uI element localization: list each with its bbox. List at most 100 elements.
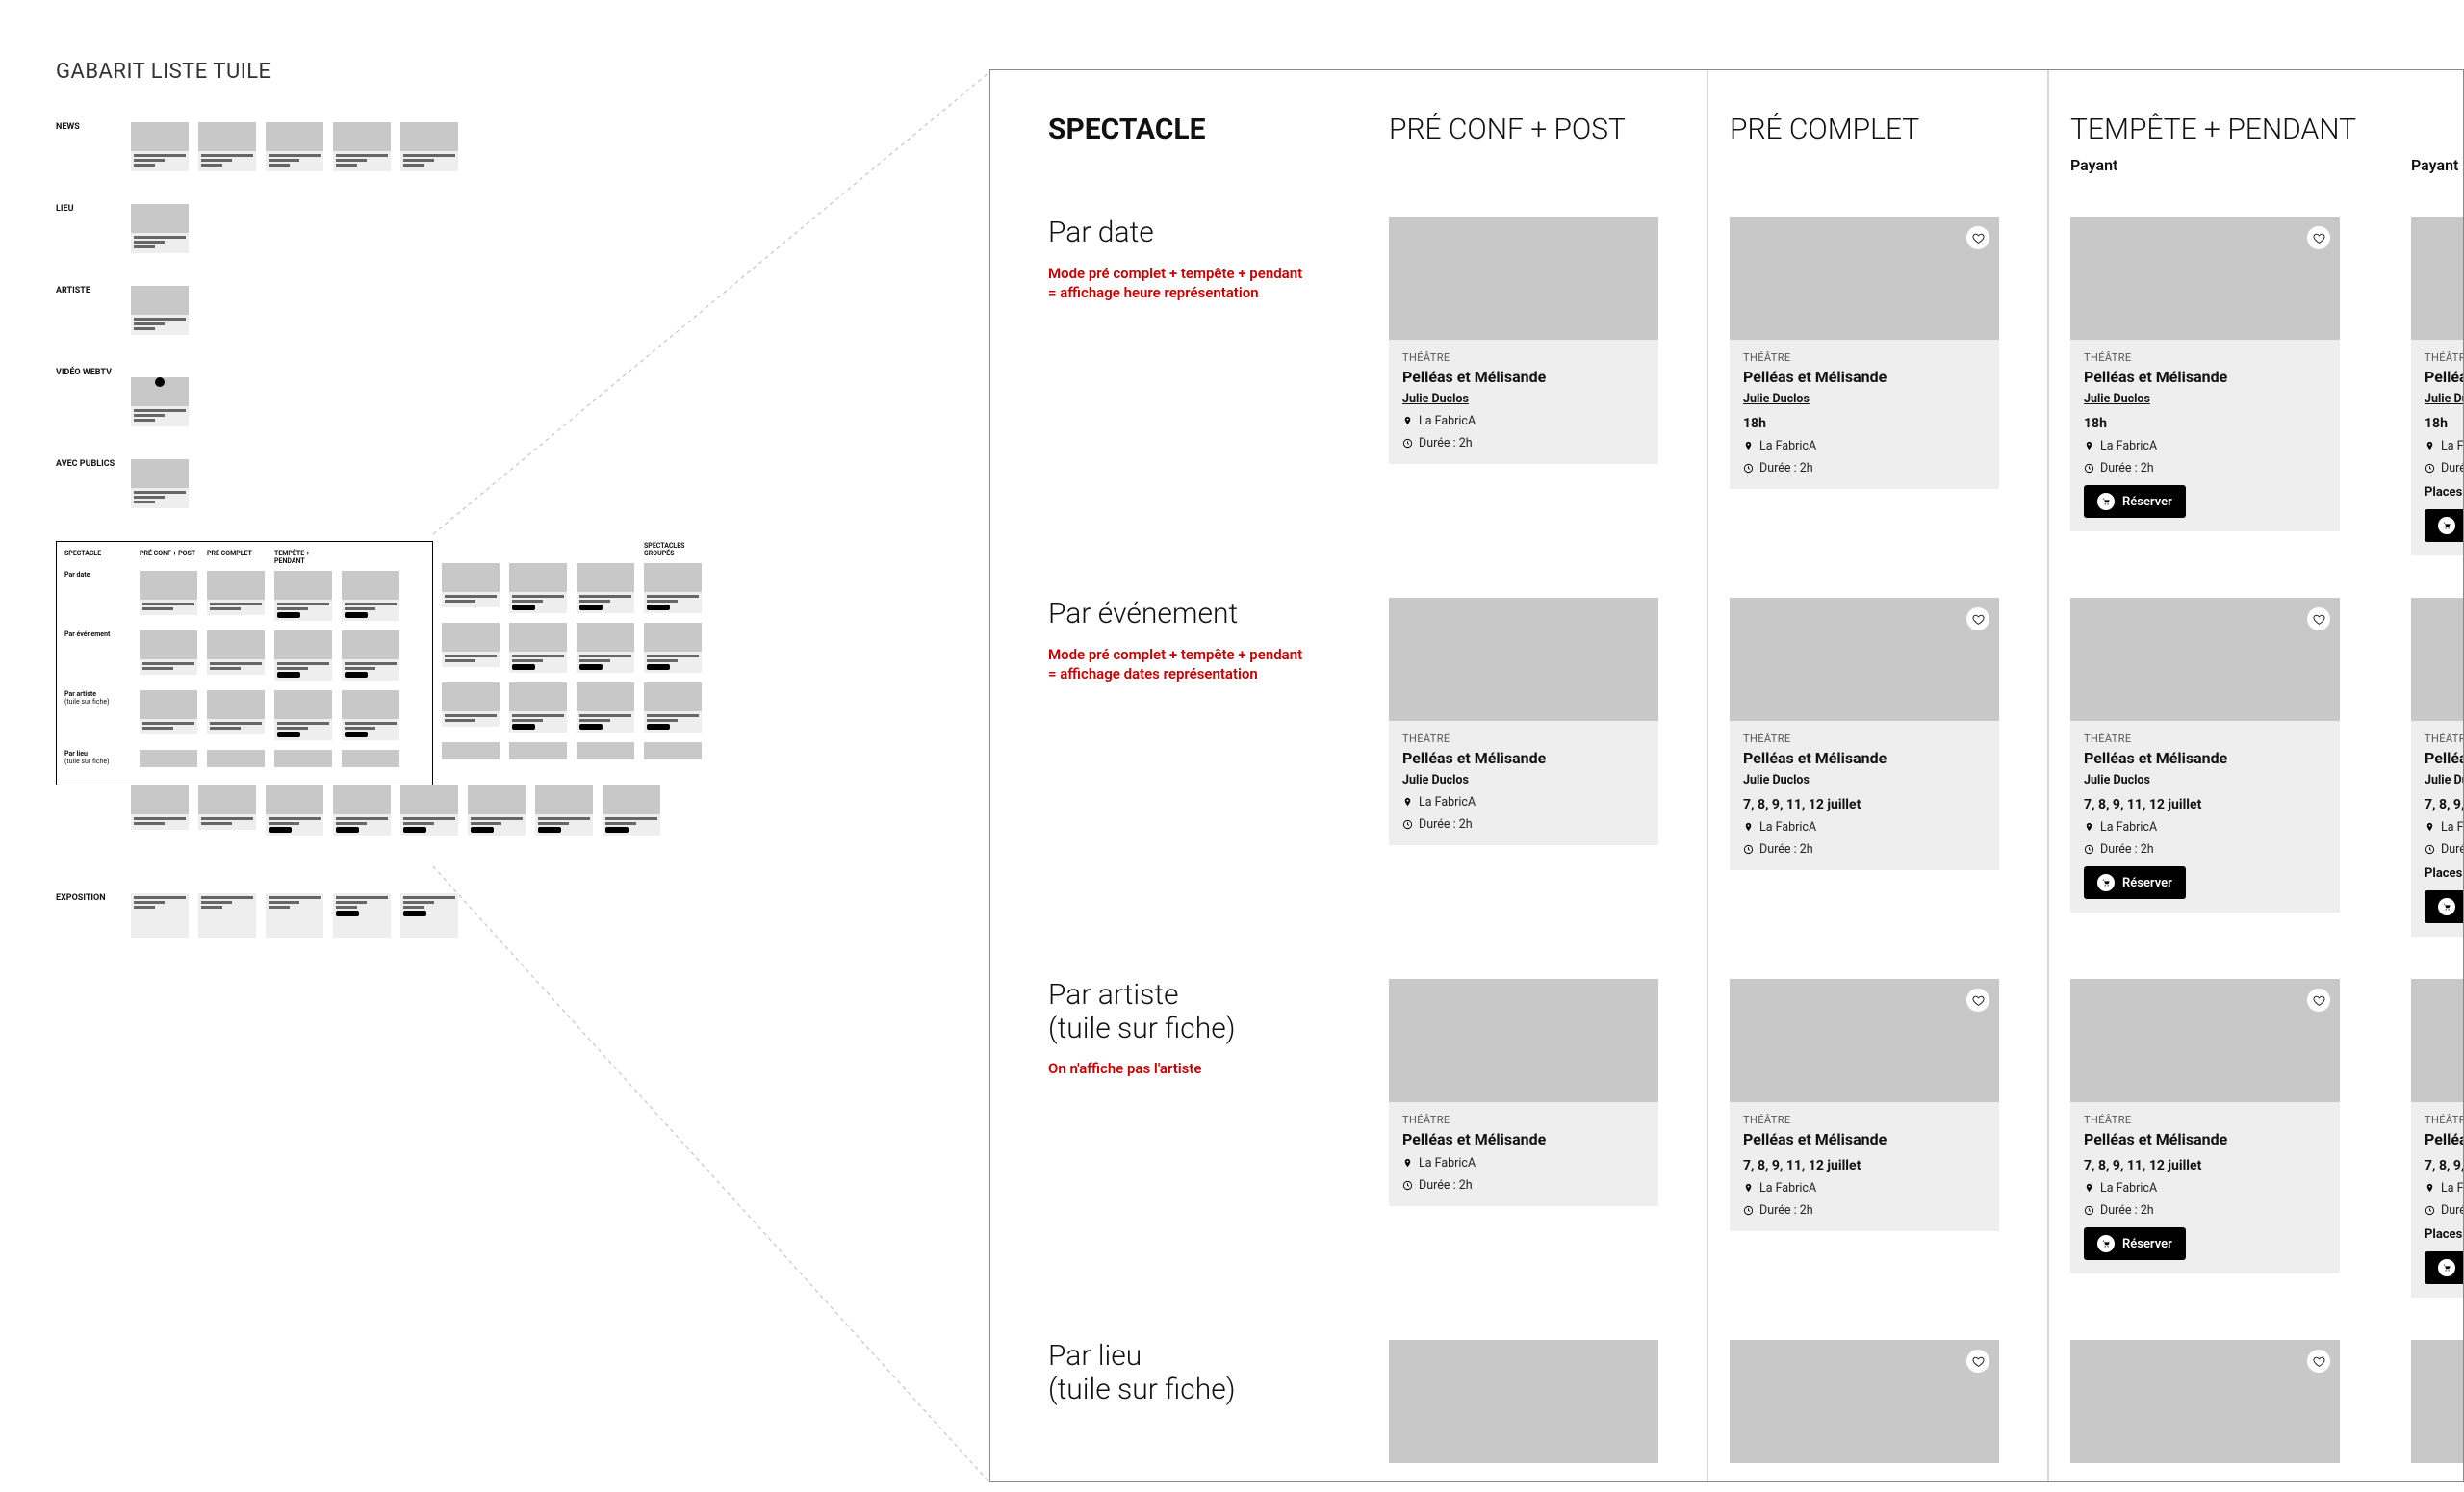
tile-place: La FabricA xyxy=(1743,1181,1986,1196)
mini-tile xyxy=(131,368,189,426)
tile-title: Pelléas et Mélisande xyxy=(2084,1130,2326,1148)
tile-card[interactable]: THÉÂTREPelléas et MélisandeJulie Duclos1… xyxy=(2411,217,2464,555)
favorite-icon[interactable] xyxy=(2307,1350,2330,1373)
mini-tile xyxy=(131,122,189,171)
tile-time: 18h xyxy=(2425,416,2464,431)
favorite-icon[interactable] xyxy=(2307,607,2330,630)
zoom-cell: THÉÂTREPelléas et MélisandeJulie Duclos1… xyxy=(1730,174,2028,555)
tile-card[interactable]: THÉÂTREPelléas et Mélisande7, 8, 9, 11, … xyxy=(2411,979,2464,1298)
tile-place: La FabricA xyxy=(1402,795,1645,810)
tile-duration: Durée : 2h xyxy=(2084,1203,2326,1218)
tile-card[interactable]: THÉÂTREPelléas et MélisandeLa FabricADur… xyxy=(1389,979,1658,1206)
tile-card[interactable]: THÉÂTRE Pelléas et Mélisande 7, 8, 9, 11, … xyxy=(2070,979,2340,1273)
page-title: GABARIT LISTE TUILE xyxy=(56,60,845,84)
tile-duration: Durée : 2h xyxy=(1743,842,1986,857)
mini-matrix: SPECTACLEPRÉ CONF + POSTPRÉ COMPLETTEMPÊ… xyxy=(56,541,433,785)
tile-place: La FabricA xyxy=(1743,439,1986,453)
tile-place: La FabricA xyxy=(1402,1156,1645,1170)
reserve-button[interactable]: Réserver xyxy=(2425,509,2464,542)
tile-artist[interactable]: Julie Duclos xyxy=(1402,773,1645,787)
tile-duration: Durée : 2h xyxy=(1402,817,1645,832)
tile-artist[interactable]: Julie Duclos xyxy=(1743,392,1986,406)
tile-artist[interactable]: Julie Duclos xyxy=(2084,773,2326,787)
tile-card[interactable] xyxy=(1730,1340,1999,1463)
tile-place: La FabricA xyxy=(1402,414,1645,428)
tile-artist[interactable]: Julie Duclos xyxy=(1743,773,1986,787)
tile-card[interactable] xyxy=(1389,1340,1658,1463)
mini-tile xyxy=(400,122,458,171)
tile-card[interactable] xyxy=(2070,1340,2340,1463)
favorite-icon[interactable] xyxy=(1966,226,1989,249)
tile-title: Pelléas et Mélisande xyxy=(2084,749,2326,767)
mini-tile xyxy=(266,122,323,171)
tile-artist[interactable]: Julie Duclos xyxy=(2425,392,2464,406)
tile-card[interactable]: THÉÂTREPelléas et Mélisande7, 8, 9, 11, … xyxy=(1730,979,1999,1231)
mini-label-artiste: ARTISTE xyxy=(56,286,121,296)
reserve-button[interactable]: Réserver xyxy=(2084,485,2186,518)
zoom-colhead: PRÉ COMPLET xyxy=(1730,113,2028,174)
tile-alert: Places remises en vente ! xyxy=(2425,1227,2464,1242)
reserve-button[interactable]: Réserver xyxy=(2084,1227,2186,1260)
mini-colhead: SPECTACLE xyxy=(64,550,130,565)
tile-title: Pelléas et Mélisande xyxy=(2425,368,2464,386)
tile-dates: 7, 8, 9, 11, 12 juillet xyxy=(2084,797,2326,812)
tile-title: Pelléas et Mélisande xyxy=(1402,368,1645,386)
tile-category: THÉÂTRE xyxy=(1743,733,1986,745)
tile-title: Pelléas et Mélisande xyxy=(2425,1130,2464,1148)
tile-duration: Durée : 2h xyxy=(1402,436,1645,450)
favorite-icon[interactable] xyxy=(1966,989,1989,1012)
mini-label-expo: EXPOSITION xyxy=(56,893,121,903)
tile-category: THÉÂTRE xyxy=(2084,1114,2326,1126)
tile-place: La FabricA xyxy=(2425,820,2464,835)
tile-artist[interactable]: Julie Duclos xyxy=(2425,773,2464,787)
zoom-cell: THÉÂTREPelléas et MélisandeJulie Duclos7… xyxy=(2070,555,2369,937)
tile-title: Pelléas et Mélisande xyxy=(1402,749,1645,767)
tile-artist[interactable]: Julie Duclos xyxy=(2084,392,2326,406)
tile-category: THÉÂTRE xyxy=(2084,351,2326,364)
tile-category: THÉÂTRE xyxy=(2425,1114,2464,1126)
tile-category: THÉÂTRE xyxy=(1402,351,1645,364)
favorite-icon[interactable] xyxy=(2307,226,2330,249)
reserve-button[interactable]: Réserver xyxy=(2084,866,2186,899)
favorite-icon[interactable] xyxy=(1966,607,1989,630)
tile-place: La FabricA xyxy=(1743,820,1986,835)
tile-card[interactable]: THÉÂTREPelléas et MélisandeJulie Duclos7… xyxy=(1730,598,1999,870)
tile-card[interactable]: THÉÂTREPelléas et MélisandeJulie Duclos1… xyxy=(1730,217,1999,489)
tile-title: Pelléas et Mélisande xyxy=(1743,749,1986,767)
mini-label-publics: AVEC PUBLICS xyxy=(56,459,121,469)
tile-duration: Durée : 2h xyxy=(1743,461,1986,476)
tile-place: La FabricA xyxy=(2425,439,2464,453)
mini-colhead: TEMPÊTE + PENDANT xyxy=(274,550,332,565)
mini-colhead: PRÉ CONF + POST xyxy=(140,550,197,565)
tile-card[interactable] xyxy=(2411,1340,2464,1463)
tile-category: THÉÂTRE xyxy=(1743,1114,1986,1126)
tile-duration: Durée : 2h xyxy=(2425,1203,2464,1218)
tile-card[interactable]: THÉÂTREPelléas et MélisandeJulie Duclos7… xyxy=(2411,598,2464,937)
tile-card[interactable]: THÉÂTREPelléas et MélisandeJulie Duclos1… xyxy=(2070,217,2340,531)
tile-duration: Durée : 2h xyxy=(1402,1178,1645,1193)
tile-card[interactable]: THÉÂTREPelléas et MélisandeJulie Duclos7… xyxy=(2070,598,2340,913)
zoom-cell: THÉÂTREPelléas et MélisandeJulie Duclos7… xyxy=(1730,555,2028,937)
tile-category: THÉÂTRE xyxy=(1743,351,1986,364)
zoom-rowhead-par-artiste: Par artiste(tuile sur fiche)On n'affiche… xyxy=(1048,937,1347,1298)
tile-card[interactable]: THÉÂTREPelléas et MélisandeJulie DuclosL… xyxy=(1389,598,1658,845)
reserve-button[interactable]: Réserver xyxy=(2425,1251,2464,1284)
zoom-rowhead-par-date: Par dateMode pré complet + tempête + pen… xyxy=(1048,174,1347,555)
zoom-rowhead-par-lieu: Par lieu(tuile sur fiche) xyxy=(1048,1298,1347,1463)
tile-place: La FabricA xyxy=(2084,820,2326,835)
favorite-icon[interactable] xyxy=(1966,1350,1989,1373)
zoom-cell: THÉÂTREPelléas et MélisandeLa FabricADur… xyxy=(1389,937,1687,1298)
tile-duration: Durée : 2h xyxy=(2084,842,2326,857)
tile-title: Pelléas et Mélisande xyxy=(1743,368,1986,386)
tile-place: La FabricA xyxy=(2425,1181,2464,1196)
favorite-icon[interactable] xyxy=(2307,989,2330,1012)
tile-alert: Places remises en vente ! xyxy=(2425,485,2464,500)
reserve-button[interactable]: Réserver xyxy=(2425,890,2464,923)
tile-card[interactable]: THÉÂTRE Pelléas et Mélisande Julie Duclos L… xyxy=(1389,217,1658,464)
tile-artist[interactable]: Julie Duclos xyxy=(1402,392,1645,406)
zoom-cell: THÉÂTREPelléas et Mélisande7, 8, 9, 11, … xyxy=(1730,937,2028,1298)
tile-dates: 7, 8, 9, 11, 12 juillet xyxy=(2084,1158,2326,1173)
tile-title: Pelléas et Mélisande xyxy=(2084,368,2326,386)
zoom-cell: THÉÂTREPelléas et MélisandeJulie Duclos1… xyxy=(2070,174,2369,555)
mini-tile xyxy=(198,122,256,171)
